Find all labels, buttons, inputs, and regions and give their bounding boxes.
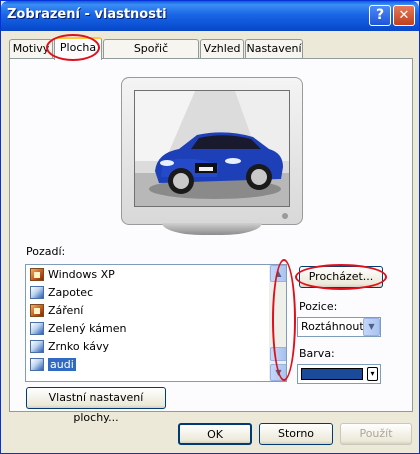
- help-button[interactable]: ?: [369, 5, 391, 26]
- list-item-selected[interactable]: audi: [28, 357, 76, 373]
- monitor-stand: [162, 223, 262, 235]
- list-item-label: audi: [48, 358, 76, 371]
- color-swatch: [301, 368, 363, 380]
- tab-vzhled[interactable]: Vzhled: [200, 39, 244, 58]
- picture-file-icon: [30, 268, 44, 281]
- scrollbar-highlight-ring: [272, 259, 296, 381]
- brush-file-icon: [30, 340, 44, 353]
- list-item-label: Zelený kámen: [48, 322, 127, 335]
- list-item[interactable]: Záření: [28, 303, 83, 319]
- tab-nastaveni[interactable]: Nastavení: [245, 39, 303, 58]
- color-label: Barva:: [299, 347, 335, 360]
- brush-file-icon: [30, 358, 44, 371]
- apply-button[interactable]: Použít: [340, 423, 412, 445]
- list-item[interactable]: Zelený kámen: [28, 321, 126, 337]
- title-bar[interactable]: Zobrazení - vlastnosti ? ✕: [1, 1, 419, 31]
- display-properties-window: Zobrazení - vlastnosti ? ✕ Motivy Plocha…: [0, 0, 420, 454]
- wallpaper-preview: [134, 90, 290, 207]
- list-item-label: Zapotec: [48, 286, 94, 299]
- picture-file-icon: [30, 304, 44, 317]
- browse-highlight-ring: [295, 264, 387, 290]
- monitor-frame: [121, 77, 303, 225]
- position-label: Pozice:: [299, 300, 338, 313]
- cancel-button[interactable]: Storno: [259, 423, 333, 445]
- tab-highlight-ring: [46, 34, 100, 61]
- monitor-preview: [121, 77, 303, 235]
- color-picker[interactable]: ▾: [297, 364, 381, 384]
- customize-desktop-button[interactable]: Vlastní nastavení plochy...: [26, 387, 166, 424]
- window-title: Zobrazení - vlastnosti: [7, 7, 167, 22]
- list-item-label: Windows XP: [48, 268, 115, 281]
- brush-file-icon: [30, 322, 44, 335]
- brush-file-icon: [30, 286, 44, 299]
- tab-sporic-obrazovky[interactable]: Spořič obrazovky: [103, 39, 199, 72]
- list-item[interactable]: Zrnko kávy: [28, 339, 109, 355]
- position-select-value: Roztáhnout: [301, 320, 364, 333]
- desktop-tab-panel: Pozadí: Windows XP Zapotec Záření Zelený…: [9, 58, 413, 424]
- chevron-down-icon[interactable]: ▼: [363, 318, 380, 336]
- ok-button[interactable]: OK: [178, 423, 252, 445]
- position-select[interactable]: Roztáhnout ▼: [297, 317, 381, 337]
- power-led: [282, 213, 288, 219]
- list-item-label: Záření: [48, 304, 84, 317]
- close-button[interactable]: ✕: [393, 5, 415, 26]
- background-list[interactable]: Windows XP Zapotec Záření Zelený kámen Z…: [25, 264, 287, 382]
- background-label: Pozadí:: [26, 245, 66, 258]
- car-wallpaper-image: [135, 91, 289, 206]
- list-item[interactable]: Zapotec: [28, 285, 93, 301]
- list-item-label: Zrnko kávy: [48, 340, 109, 353]
- chevron-down-icon[interactable]: ▾: [367, 367, 378, 381]
- list-item[interactable]: Windows XP: [28, 267, 115, 283]
